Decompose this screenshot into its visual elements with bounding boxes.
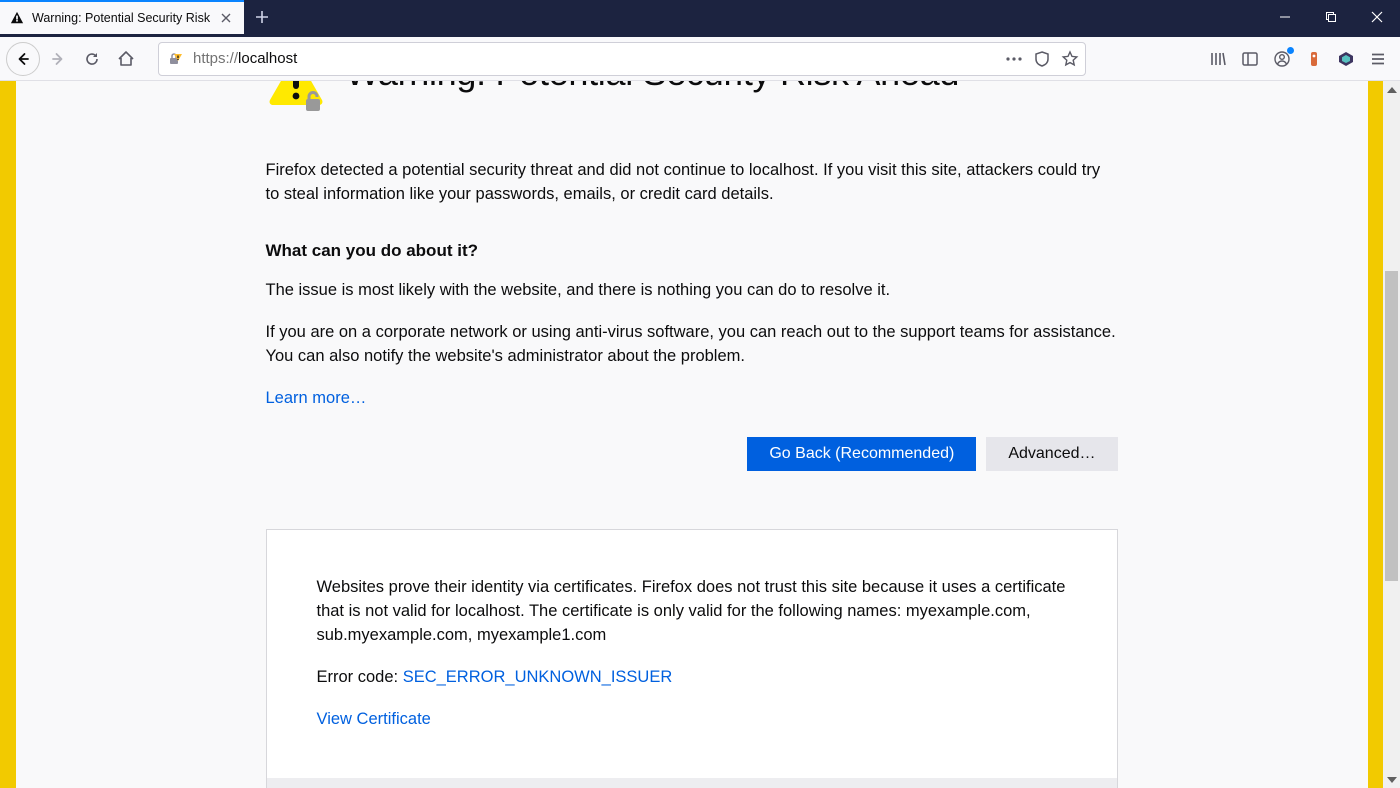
window-maximize-button[interactable] <box>1308 0 1354 34</box>
tab-title: Warning: Potential Security Risk Ahead <box>32 11 210 25</box>
url-protocol: https:// <box>193 50 238 67</box>
bookmark-star-icon[interactable] <box>1061 50 1079 68</box>
browser-tab[interactable]: Warning: Potential Security Risk Ahead <box>0 0 244 34</box>
forward-button[interactable] <box>42 43 74 75</box>
intro-text: Firefox detected a potential security th… <box>266 159 1118 207</box>
advice-text-1: The issue is most likely with the websit… <box>266 279 1118 303</box>
error-code-line: Error code: SEC_ERROR_UNKNOWN_ISSUER <box>317 666 1067 690</box>
url-host: localhost <box>238 50 297 67</box>
error-code-link[interactable]: SEC_ERROR_UNKNOWN_ISSUER <box>403 668 673 686</box>
scroll-up-button[interactable] <box>1383 81 1400 98</box>
window-close-button[interactable] <box>1354 0 1400 34</box>
titlebar: Warning: Potential Security Risk Ahead <box>0 0 1400 37</box>
advanced-button[interactable]: Advanced… <box>986 437 1117 471</box>
advice-text-2: If you are on a corporate network or usi… <box>266 321 1118 369</box>
app-menu-button[interactable] <box>1368 49 1388 69</box>
site-identity-icon[interactable] <box>165 50 187 68</box>
window-minimize-button[interactable] <box>1262 0 1308 34</box>
extension1-icon[interactable] <box>1304 49 1324 69</box>
learn-more-link[interactable]: Learn more… <box>266 389 367 407</box>
go-back-button[interactable]: Go Back (Recommended) <box>747 437 976 471</box>
sub-heading: What can you do about it? <box>266 239 1118 264</box>
warning-icon <box>10 11 24 25</box>
home-button[interactable] <box>110 43 142 75</box>
view-certificate-link[interactable]: View Certificate <box>317 710 431 728</box>
account-icon[interactable] <box>1272 49 1292 69</box>
warning-triangle-icon <box>266 81 320 111</box>
reload-button[interactable] <box>76 43 108 75</box>
content-area: Warning: Potential Security Risk Ahead F… <box>0 81 1383 788</box>
toolbar-right <box>1098 49 1394 69</box>
scroll-thumb[interactable] <box>1385 271 1398 581</box>
tab-close-button[interactable] <box>218 10 234 26</box>
window-controls <box>1262 0 1400 34</box>
new-tab-button[interactable] <box>244 0 280 34</box>
scroll-down-button[interactable] <box>1383 771 1400 788</box>
extension2-icon[interactable] <box>1336 49 1356 69</box>
certificate-details-panel: Websites prove their identity via certif… <box>266 529 1118 788</box>
url-text: https://localhost <box>193 50 999 67</box>
page-actions-button[interactable] <box>1005 57 1023 61</box>
certificate-explanation: Websites prove their identity via certif… <box>317 576 1067 648</box>
sidebar-icon[interactable] <box>1240 49 1260 69</box>
navigation-toolbar: https://localhost <box>0 37 1400 81</box>
url-bar[interactable]: https://localhost <box>158 42 1086 76</box>
vertical-scrollbar[interactable] <box>1383 81 1400 788</box>
reader-protection-icon[interactable] <box>1033 50 1051 68</box>
library-icon[interactable] <box>1208 49 1228 69</box>
back-button[interactable] <box>6 42 40 76</box>
page-title: Warning: Potential Security Risk Ahead <box>346 81 960 94</box>
error-code-label: Error code: <box>317 668 403 686</box>
